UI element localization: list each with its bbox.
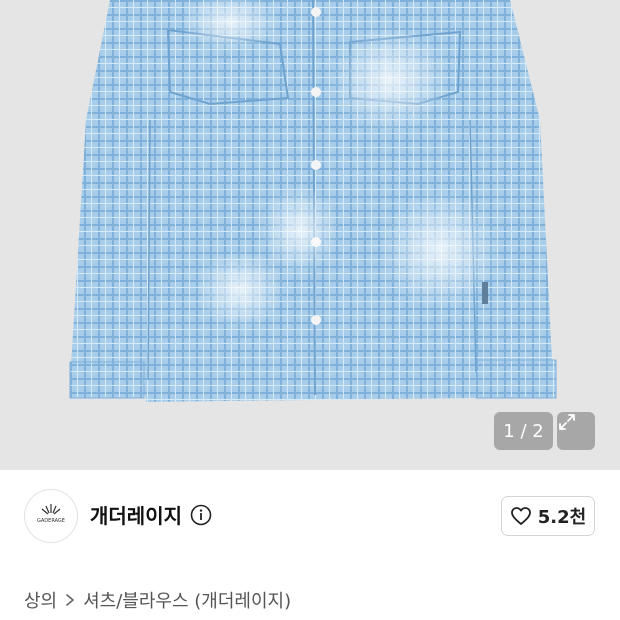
brand-name-link[interactable]: 개더레이지 <box>90 500 212 529</box>
breadcrumb-subcategory[interactable]: 셔츠/블라우스 (개더레이지) <box>83 587 291 613</box>
image-counter: 1 / 2 <box>494 412 553 450</box>
brand-logo[interactable]: GADERAGE <box>24 489 78 543</box>
expand-icon <box>559 414 575 430</box>
product-image-gallery[interactable]: 1 / 2 <box>0 0 620 470</box>
like-button[interactable]: 5.2천 <box>501 496 595 536</box>
shirt-product-photo <box>69 0 557 461</box>
heart-icon <box>510 507 531 525</box>
brand-logo-icon: GADERAGE <box>37 504 65 524</box>
like-count: 5.2천 <box>537 507 587 528</box>
brand-name: 개더레이지 <box>90 504 182 528</box>
chevron-right-icon <box>66 594 74 606</box>
breadcrumb-category[interactable]: 상의 <box>24 587 57 613</box>
brand-logo-text: GADERAGE <box>37 518 65 524</box>
expand-button[interactable] <box>557 412 595 450</box>
image-counter-label: 1 / 2 <box>503 420 544 442</box>
info-icon[interactable] <box>190 504 212 526</box>
breadcrumb: 상의 셔츠/블라우스 (개더레이지) <box>24 587 291 613</box>
brand-row: GADERAGE 개더레이지 5.2천 <box>0 470 620 560</box>
